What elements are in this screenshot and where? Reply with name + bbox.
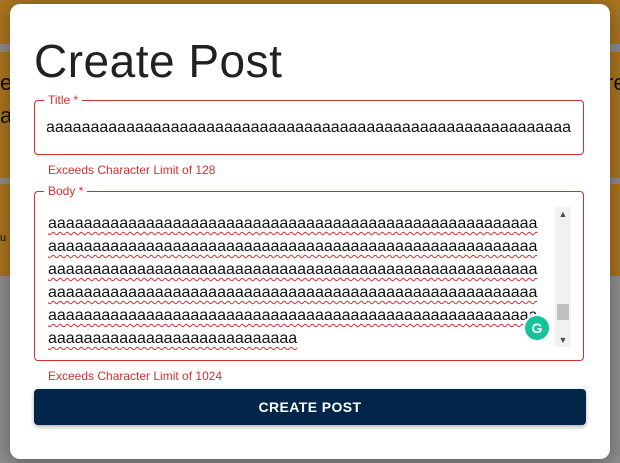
title-error-text: Exceeds Character Limit of 128: [48, 163, 216, 177]
body-scrollbar[interactable]: ▲ ▼: [555, 207, 571, 347]
body-textarea[interactable]: aaaaaaaaaaaaaaaaaaaaaaaaaaaaaaaaaaaaaaaa…: [48, 212, 540, 350]
dialog-title: Create Post: [34, 35, 283, 87]
chevron-up-icon[interactable]: ▲: [555, 207, 571, 221]
body-label: Body *: [44, 185, 88, 197]
scrollbar-thumb[interactable]: [557, 304, 569, 320]
title-field[interactable]: Title * aaaaaaaaaaaaaaaaaaaaaaaaaaaaaaaa…: [34, 94, 584, 155]
grammarly-icon[interactable]: G: [525, 316, 549, 340]
background-text-fragment: u: [0, 232, 7, 244]
title-label: Title *: [44, 94, 83, 106]
create-post-button[interactable]: CREATE POST: [34, 389, 586, 425]
create-post-dialog: Create Post Title * aaaaaaaaaaaaaaaaaaaa…: [10, 4, 610, 459]
body-field[interactable]: Body * aaaaaaaaaaaaaaaaaaaaaaaaaaaaaaaaa…: [34, 185, 584, 361]
body-error-text: Exceeds Character Limit of 1024: [48, 369, 223, 383]
title-input[interactable]: aaaaaaaaaaaaaaaaaaaaaaaaaaaaaaaaaaaaaaaa…: [47, 119, 571, 137]
chevron-down-icon[interactable]: ▼: [555, 333, 571, 347]
